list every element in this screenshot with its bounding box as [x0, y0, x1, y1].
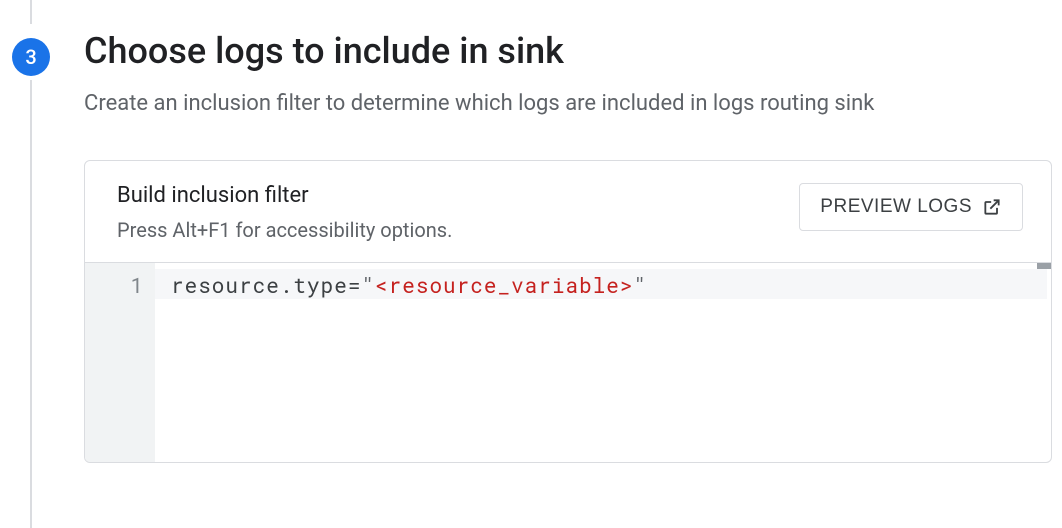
- filter-code-editor[interactable]: 1 resource.type="<resource_variable>": [85, 262, 1051, 462]
- step-description: Create an inclusion filter to determine …: [84, 89, 1052, 120]
- step-title: Choose logs to include in sink: [84, 28, 1052, 75]
- filter-accessibility-hint: Press Alt+F1 for accessibility options.: [117, 218, 799, 242]
- token-property: resource.type: [171, 271, 348, 299]
- line-number: 1: [85, 271, 143, 299]
- filter-title: Build inclusion filter: [117, 183, 799, 208]
- token-quote-close: ": [634, 271, 648, 299]
- preview-logs-button[interactable]: PREVIEW LOGS: [799, 183, 1023, 231]
- step-number-badge: 3: [12, 38, 50, 76]
- stepper-connector-bottom: [30, 80, 32, 528]
- inclusion-filter-card: Build inclusion filter Press Alt+F1 for …: [84, 160, 1052, 463]
- filter-card-header: Build inclusion filter Press Alt+F1 for …: [85, 161, 1051, 262]
- step-content: Choose logs to include in sink Create an…: [84, 28, 1052, 463]
- filter-header-text: Build inclusion filter Press Alt+F1 for …: [117, 183, 799, 242]
- stepper-connector-top: [30, 0, 32, 24]
- preview-logs-label: PREVIEW LOGS: [820, 196, 972, 218]
- line-number-gutter: 1: [85, 263, 155, 462]
- token-equals: =: [348, 271, 362, 299]
- token-quote-open: ": [361, 271, 375, 299]
- external-link-icon: [982, 197, 1002, 217]
- token-string: <resource_variable>: [375, 271, 633, 299]
- code-line-1: resource.type="<resource_variable>": [171, 271, 1051, 299]
- code-area[interactable]: resource.type="<resource_variable>": [155, 263, 1051, 462]
